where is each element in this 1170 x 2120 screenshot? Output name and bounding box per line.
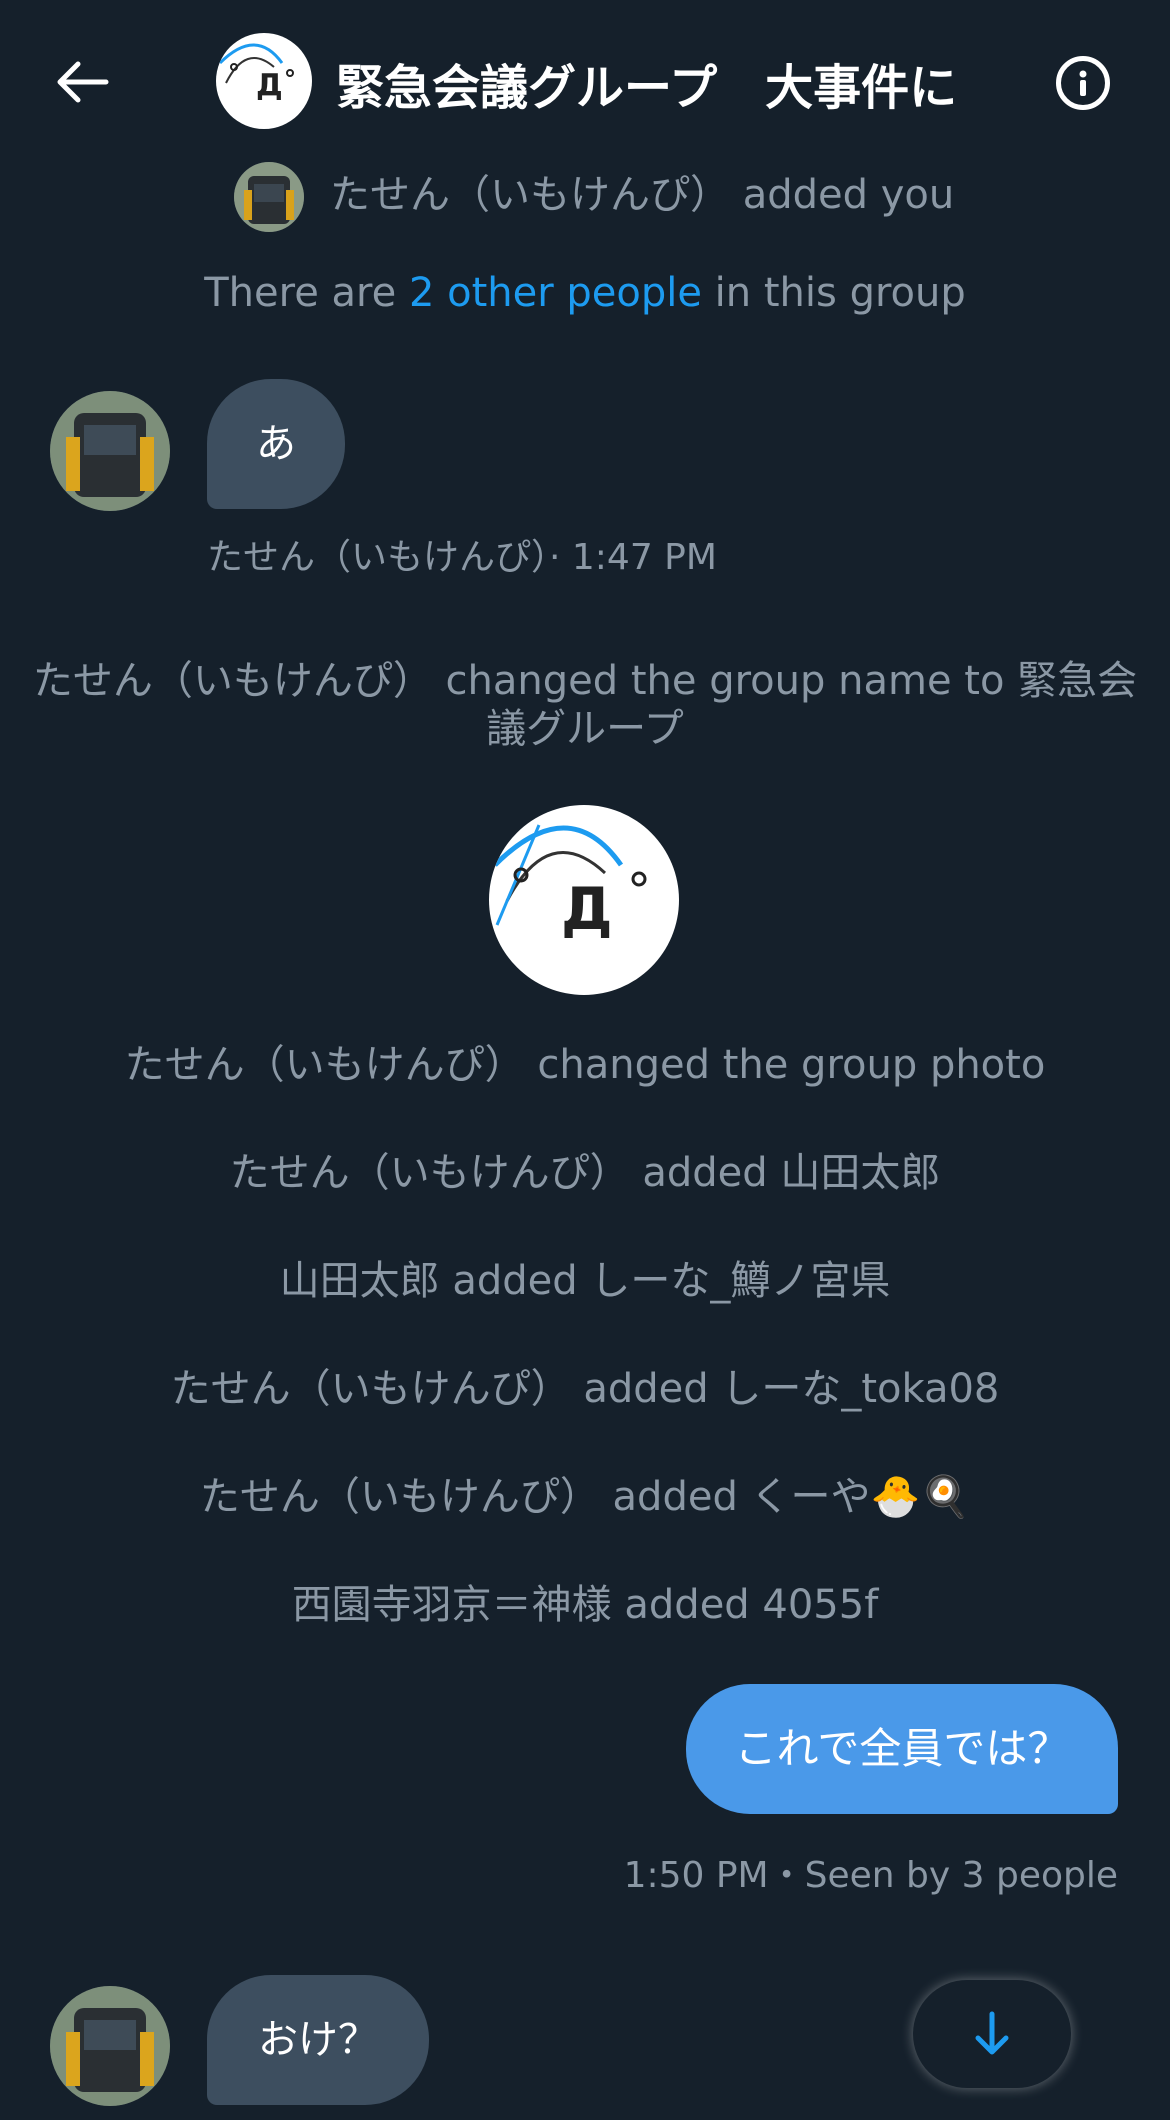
member-added-event: たせん（いもけんぴ） added 山田太郎 [229, 1150, 941, 1196]
photo-changed-event: たせん（いもけんぴ） changed the group photo [124, 1042, 1046, 1088]
back-arrow-icon[interactable] [50, 50, 114, 114]
rename-event-line2: 議グループ [486, 706, 684, 752]
added-you-event: たせん（いもけんぴ） added you [330, 162, 954, 220]
other-people-link[interactable]: 2 other people [409, 270, 702, 316]
message-text: おけ？ [258, 2017, 378, 2063]
my-message-text: これで全員では？ [734, 1724, 1070, 1773]
message-bubble[interactable]: おけ？ [207, 1975, 429, 2105]
info-icon[interactable] [1056, 56, 1110, 110]
members-prefix: There are [204, 270, 409, 316]
sender-avatar[interactable] [50, 1986, 170, 2106]
svg-text:Д: Д [561, 875, 613, 943]
group-members-note: There are 2 other people in this group [0, 270, 1170, 316]
message-meta: たせん（いもけんぴ）· 1:47 PM [207, 537, 717, 578]
svg-text:Д: Д [256, 68, 283, 103]
group-avatar[interactable]: Д [216, 33, 312, 129]
message-text: あ [256, 421, 296, 467]
member-added-event: たせん（いもけんぴ） added しーな_toka08 [170, 1366, 1000, 1412]
sender-avatar[interactable] [50, 391, 170, 511]
member-added-event: 西園寺羽京＝神様 added 4055f [291, 1582, 879, 1628]
message-bubble[interactable]: あ [207, 379, 345, 509]
my-message-meta: 1:50 PM・Seen by 3 people [623, 1855, 1118, 1896]
scroll-to-bottom-button[interactable] [913, 1980, 1071, 2088]
member-added-event: 山田太郎 added しーな_鱒ノ宮県 [279, 1258, 891, 1304]
added-you-name[interactable]: たせん（いもけんぴ） [330, 172, 730, 218]
members-suffix: in this group [701, 270, 966, 316]
arrow-down-icon [975, 2011, 1009, 2055]
group-photo[interactable]: Д [489, 805, 679, 995]
conversation-header: Д 緊急会議グループ 大事件に [0, 0, 1170, 160]
member-added-event: たせん（いもけんぴ） added くーや🐣🍳 [199, 1474, 971, 1520]
avatar[interactable] [234, 162, 304, 232]
conversation-title[interactable]: 緊急会議グループ 大事件に [336, 48, 957, 118]
my-message-bubble[interactable]: これで全員では？ [686, 1684, 1118, 1814]
added-you-text: added you [742, 172, 955, 218]
